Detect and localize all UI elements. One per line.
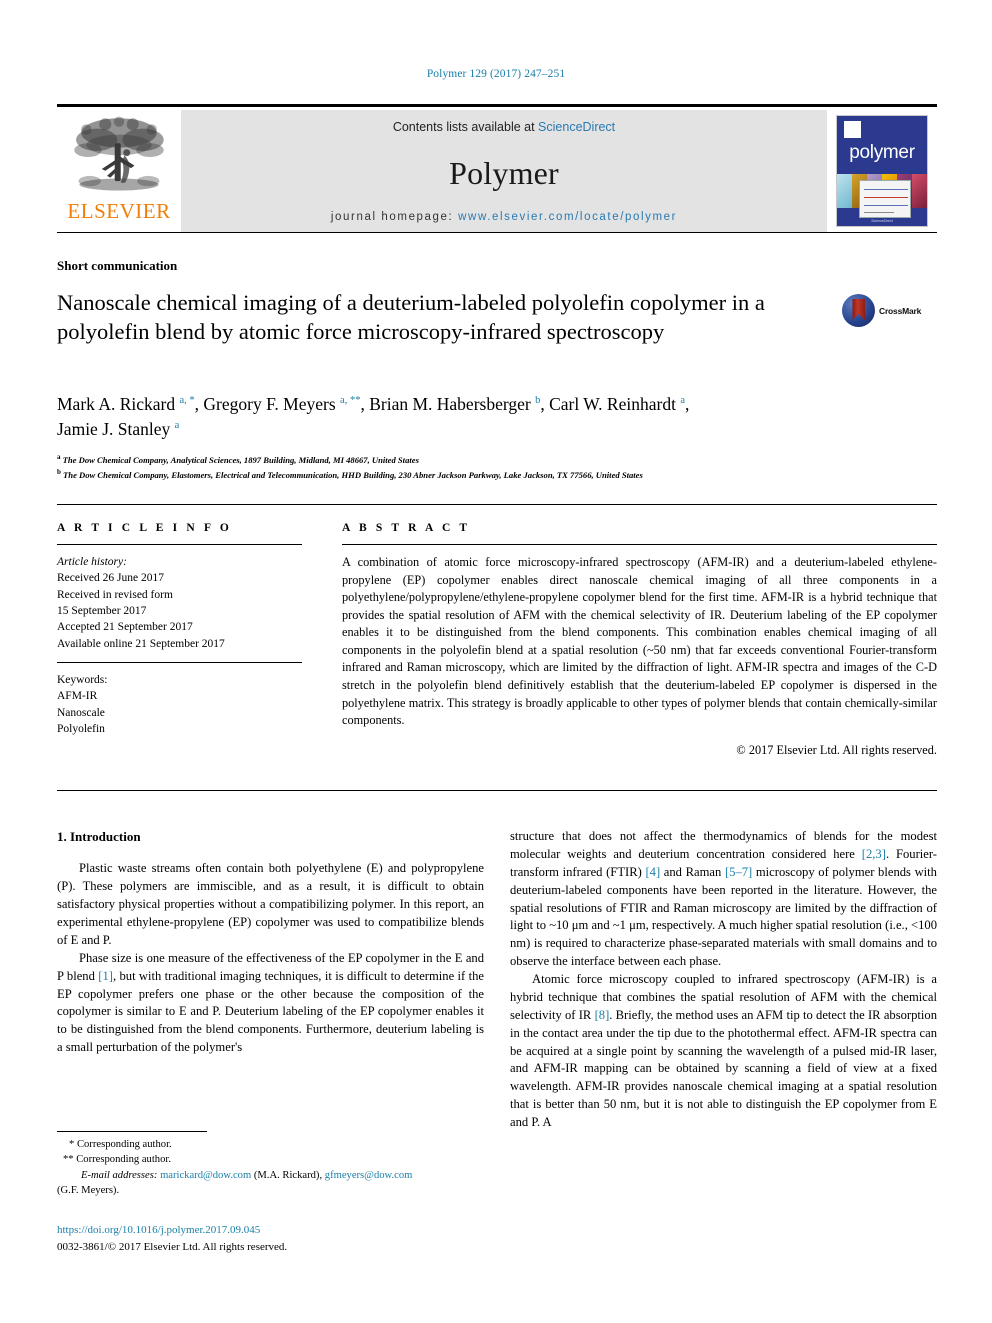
author-sep-1: , Gregory F. Meyers xyxy=(194,394,341,414)
paragraph: structure that does not affect the therm… xyxy=(510,828,937,971)
abstract-text: A combination of atomic force microscopy… xyxy=(342,555,937,728)
page-title: Nanoscale chemical imaging of a deuteriu… xyxy=(57,290,765,345)
abstract-heading: A B S T R A C T xyxy=(342,522,471,534)
keyword-item: AFM-IR xyxy=(57,690,98,703)
crossmark-icon xyxy=(842,294,875,327)
keyword-item: Polyolefin xyxy=(57,722,105,735)
author-sep-3: , Carl W. Reinhardt xyxy=(540,394,681,414)
history-item: Received 26 June 2017 xyxy=(57,572,164,585)
cover-inset-figure xyxy=(859,180,911,218)
cover-footer-text: ScienceDirect xyxy=(871,219,893,223)
crossmark-label: CrossMark xyxy=(879,305,922,316)
section-title-introduction: 1. Introduction xyxy=(57,829,141,844)
paragraph-part: , but with traditional imaging technique… xyxy=(57,968,484,1055)
author-1-affil[interactable]: a, * xyxy=(179,395,194,406)
citation-link[interactable]: [1] xyxy=(98,969,113,983)
header-rule-bottom xyxy=(57,232,937,233)
citation-link[interactable]: [8] xyxy=(595,1008,610,1022)
paragraph-part: . Briefly, the method uses an AFM tip to… xyxy=(510,1007,937,1129)
author-5-affil[interactable]: a xyxy=(175,420,180,431)
homepage-link[interactable]: www.elsevier.com/locate/polymer xyxy=(458,211,677,223)
paragraph: Atomic force microscopy coupled to infra… xyxy=(510,971,937,1132)
elsevier-wordmark: ELSEVIER xyxy=(67,199,171,223)
corresponding-author-1: * Corresponding author. xyxy=(69,1139,172,1150)
running-head: Polymer 129 (2017) 247–251 xyxy=(426,68,566,80)
contents-available-line: Contents lists available at ScienceDirec… xyxy=(393,120,615,134)
email-addresses: E-mail addresses: marickard@dow.com (M.A… xyxy=(57,1168,484,1199)
journal-cover-thumbnail: polymer ScienceDirect xyxy=(827,110,937,232)
author-2-affil[interactable]: a, ** xyxy=(340,395,360,406)
author-list: Mark A. Rickard a, *, Gregory F. Meyers … xyxy=(57,392,937,442)
email-link-1[interactable]: marickard@dow.com xyxy=(160,1170,251,1181)
affiliation-a: a The Dow Chemical Company, Analytical S… xyxy=(57,452,937,467)
elsevier-logo: ELSEVIER xyxy=(57,110,181,232)
journal-banner: Contents lists available at ScienceDirec… xyxy=(181,110,827,232)
keywords-list: Keywords: AFM-IR Nanoscale Polyolefin xyxy=(57,672,302,737)
body-column-left: 1. Introduction Plastic waste streams of… xyxy=(57,828,484,1057)
cover-image: polymer ScienceDirect xyxy=(836,115,928,227)
email-label: E-mail addresses: xyxy=(81,1169,158,1181)
doi-block: https://doi.org/10.1016/j.polymer.2017.0… xyxy=(57,1222,557,1255)
history-item: Available online 21 September 2017 xyxy=(57,637,225,650)
abstract-band-rule-bottom xyxy=(57,790,937,791)
article-page: Polymer 129 (2017) 247–251 ELSEVIER Cont… xyxy=(0,0,992,1323)
journal-header: ELSEVIER Contents lists available at Sci… xyxy=(57,104,937,233)
history-item: Received in revised form xyxy=(57,588,173,601)
issn-copyright-line: 0032-3861/© 2017 Elsevier Ltd. All right… xyxy=(57,1240,288,1253)
header-rule-top xyxy=(57,104,937,107)
cover-journal-name: polymer xyxy=(849,142,915,163)
homepage-prefix: journal homepage: xyxy=(330,211,459,223)
email-owner-2: (G.F. Meyers). xyxy=(57,1185,120,1197)
abstract-column: A B S T R A C T A combination of atomic … xyxy=(342,522,937,758)
keyword-item: Nanoscale xyxy=(57,706,105,719)
keywords-rule xyxy=(57,661,302,663)
paragraph: Phase size is one measure of the effecti… xyxy=(57,950,484,1057)
email-owner-1: (M.A. Rickard), xyxy=(251,1169,325,1181)
contents-prefix: Contents lists available at xyxy=(392,120,539,134)
corresponding-author-2: ** Corresponding author. xyxy=(63,1154,171,1166)
abstract-rule xyxy=(342,544,937,545)
journal-homepage-line: journal homepage: www.elsevier.com/locat… xyxy=(331,211,677,223)
author-5: Jamie J. Stanley xyxy=(57,418,175,439)
footnote-block: * Corresponding author. ** Corresponding… xyxy=(57,1131,484,1198)
doi-link[interactable]: https://doi.org/10.1016/j.polymer.2017.0… xyxy=(57,1222,557,1239)
sciencedirect-link[interactable]: ScienceDirect xyxy=(538,120,615,134)
keywords-label: Keywords: xyxy=(57,673,108,686)
affiliation-a-text: The Dow Chemical Company, Analytical Sci… xyxy=(60,454,419,465)
affiliations: a The Dow Chemical Company, Analytical S… xyxy=(57,452,937,482)
cover-elsevier-logo-icon xyxy=(844,121,861,138)
article-info-heading: A R T I C L E I N F O xyxy=(57,522,232,534)
affiliation-b-text: The Dow Chemical Company, Elastomers, El… xyxy=(60,470,643,481)
history-item: 15 September 2017 xyxy=(57,604,147,617)
citation-link[interactable]: [4] xyxy=(645,865,660,879)
paragraph-part: and Raman xyxy=(660,864,725,879)
body-column-right: structure that does not affect the therm… xyxy=(510,828,937,1132)
citation-link[interactable]: [2,3] xyxy=(862,847,886,861)
author-sep-4: , xyxy=(684,394,690,414)
article-info-column: A R T I C L E I N F O Article history: R… xyxy=(57,522,302,737)
abstract-copyright: © 2017 Elsevier Ltd. All rights reserved… xyxy=(736,742,937,757)
paragraph-part: microscopy of polymer blends with deuter… xyxy=(510,864,937,969)
email-link-2[interactable]: gfmeyers@dow.com xyxy=(325,1170,413,1181)
history-item: Accepted 21 September 2017 xyxy=(57,621,193,634)
journal-title: Polymer xyxy=(449,154,559,191)
article-info-rule xyxy=(57,544,302,545)
author-sep-2: , Brian M. Habersberger xyxy=(360,394,536,414)
article-history-label: Article history: xyxy=(57,556,127,568)
crossmark-badge[interactable]: CrossMark xyxy=(842,294,937,327)
footnote-rule xyxy=(57,1131,207,1132)
article-type: Short communication xyxy=(57,258,178,273)
affiliation-b: b The Dow Chemical Company, Elastomers, … xyxy=(57,467,937,482)
author-1: Mark A. Rickard xyxy=(57,394,180,414)
article-history: Article history: Received 26 June 2017 R… xyxy=(57,554,302,652)
abstract-band-rule-top xyxy=(57,504,937,505)
citation-link[interactable]: [5–7] xyxy=(725,865,752,879)
elsevier-tree-icon xyxy=(74,116,164,191)
article-heading-section: Short communication Nanoscale chemical i… xyxy=(57,258,937,347)
paragraph: Plastic waste streams often contain both… xyxy=(57,861,484,947)
